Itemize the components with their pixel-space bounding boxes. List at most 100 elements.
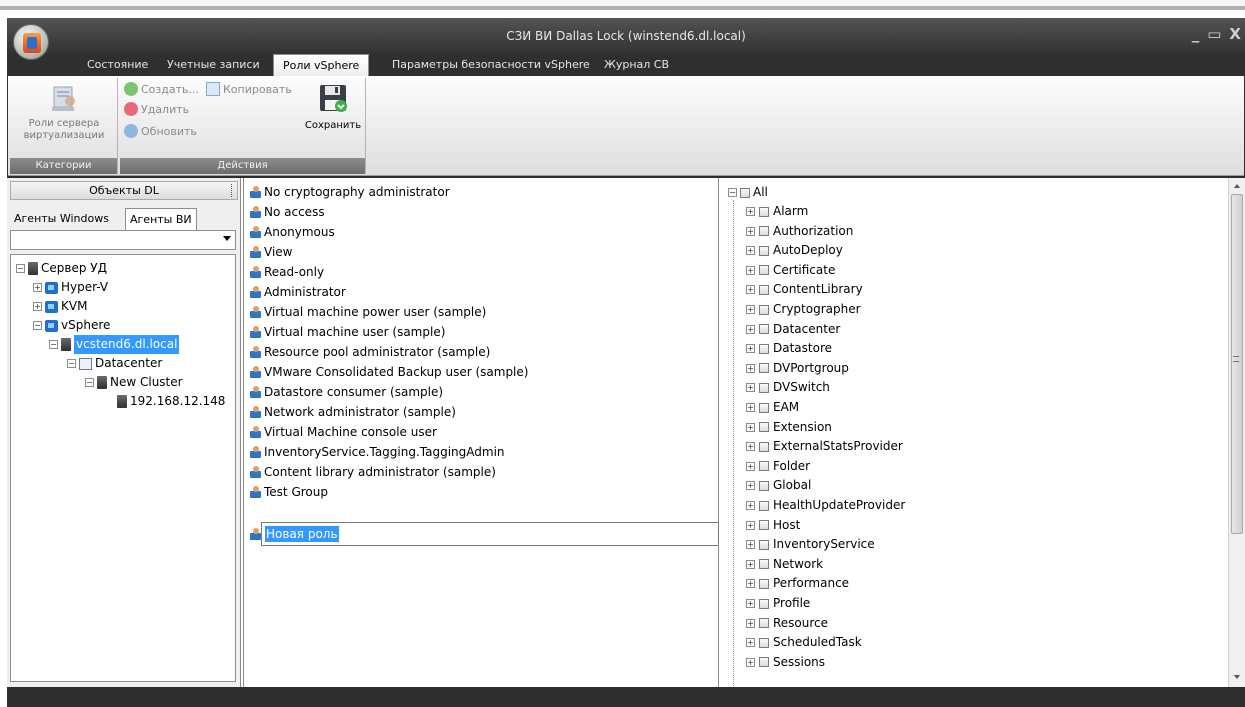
checkbox[interactable] (759, 324, 769, 335)
checkbox[interactable] (759, 402, 769, 413)
tab-vsphere-security-params[interactable]: Параметры безопасности vSphere (383, 54, 599, 76)
list-item[interactable]: Anonymous (250, 222, 335, 242)
privilege-item[interactable]: + ScheduledTask (746, 633, 862, 652)
expand-icon[interactable]: + (746, 501, 755, 510)
create-button[interactable]: Создать... (124, 82, 199, 96)
privilege-item[interactable]: + HealthUpdateProvider (746, 496, 905, 515)
checkbox[interactable] (759, 539, 769, 550)
checkbox[interactable] (759, 343, 769, 354)
tab-accounts[interactable]: Учетные записи (158, 54, 269, 76)
agents-combobox[interactable] (10, 230, 236, 250)
tab-status[interactable]: Состояние (78, 54, 157, 76)
app-logo-button[interactable] (13, 24, 49, 60)
checkbox[interactable] (759, 284, 769, 295)
privilege-item[interactable]: + ContentLibrary (746, 280, 863, 299)
expand-icon[interactable]: + (746, 265, 755, 275)
expand-icon[interactable]: + (746, 363, 755, 373)
checkbox[interactable] (759, 657, 769, 668)
delete-button[interactable]: Удалить (124, 102, 189, 116)
privilege-item[interactable]: + DVSwitch (746, 378, 830, 397)
privilege-item[interactable]: + Datacenter (746, 320, 840, 339)
tree-node-kvm[interactable]: + KVM (33, 297, 87, 316)
expand-icon[interactable]: + (746, 344, 755, 354)
list-item[interactable]: View (250, 242, 292, 262)
privilege-item[interactable]: + Authorization (746, 222, 853, 241)
checkbox[interactable] (759, 245, 769, 256)
checkbox[interactable] (759, 226, 769, 237)
privilege-item[interactable]: + ExternalStatsProvider (746, 437, 903, 456)
checkbox[interactable] (759, 480, 769, 491)
list-item[interactable]: VMware Consolidated Backup user (sample) (250, 362, 528, 382)
collapse-icon[interactable]: − (85, 378, 94, 387)
privilege-item[interactable]: + DVPortgroup (746, 359, 849, 378)
privilege-item[interactable]: + Cryptographer (746, 300, 861, 319)
list-item[interactable]: Virtual machine user (sample) (250, 322, 445, 342)
list-item[interactable]: No access (250, 202, 325, 222)
privilege-item[interactable]: + AutoDeploy (746, 241, 843, 260)
tree-node-hyper-v[interactable]: + Hyper-V (33, 278, 108, 297)
expand-icon[interactable]: + (746, 461, 755, 471)
privilege-item[interactable]: + Alarm (746, 202, 808, 221)
expand-icon[interactable]: + (746, 442, 755, 452)
list-item[interactable]: No cryptography administrator (250, 182, 450, 202)
list-item[interactable]: Read-only (250, 262, 324, 282)
privilege-item[interactable]: + Sessions (746, 653, 825, 672)
checkbox[interactable] (759, 206, 769, 217)
scroll-down-icon[interactable] (1234, 675, 1240, 679)
privilege-item[interactable]: + InventoryService (746, 535, 875, 554)
privilege-item[interactable]: + EAM (746, 398, 799, 417)
expand-icon[interactable]: + (746, 481, 755, 491)
list-item[interactable]: Datastore consumer (sample) (250, 382, 443, 402)
minimize-icon[interactable]: _ (1192, 25, 1200, 43)
list-item[interactable]: InventoryService.Tagging.TaggingAdmin (250, 442, 505, 462)
expand-icon[interactable]: + (746, 599, 755, 608)
tab-vsphere-roles[interactable]: Роли vSphere (273, 54, 370, 77)
privilege-item[interactable]: + Datastore (746, 339, 832, 358)
collapse-icon[interactable]: − (49, 340, 58, 349)
privilege-root-all[interactable]: − All (728, 183, 768, 202)
checkbox[interactable] (759, 578, 769, 589)
maximize-icon[interactable]: ▭ (1207, 25, 1221, 43)
chevron-down-icon[interactable] (223, 236, 231, 241)
list-item[interactable]: Resource pool administrator (sample) (250, 342, 490, 362)
privilege-item[interactable]: + Host (746, 516, 800, 535)
scroll-up-icon[interactable] (1234, 184, 1240, 188)
privilege-item[interactable]: + Resource (746, 614, 828, 633)
privilege-item[interactable]: + Global (746, 476, 811, 495)
expand-icon[interactable]: + (33, 283, 42, 292)
checkbox[interactable] (759, 500, 769, 511)
collapse-icon[interactable]: − (728, 188, 737, 197)
expand-icon[interactable]: + (746, 207, 755, 216)
expand-icon[interactable]: + (746, 520, 755, 530)
checkbox[interactable] (759, 382, 769, 393)
privilege-item[interactable]: + Performance (746, 574, 849, 593)
expand-icon[interactable]: + (746, 657, 755, 667)
expand-icon[interactable]: + (746, 383, 755, 393)
expand-icon[interactable]: + (746, 324, 755, 334)
collapse-icon[interactable]: − (33, 321, 42, 330)
list-item[interactable]: Network administrator (sample) (250, 402, 456, 422)
tree-node-host[interactable]: 192.168.12.148 (117, 392, 225, 411)
copy-button[interactable]: Копировать (206, 82, 292, 96)
list-item[interactable]: Virtual machine power user (sample) (250, 302, 486, 322)
panel-grip-icon[interactable] (231, 184, 234, 197)
privilege-item[interactable]: + Certificate (746, 261, 835, 280)
expand-icon[interactable]: + (746, 422, 755, 432)
expand-icon[interactable]: + (746, 403, 755, 412)
checkbox[interactable] (759, 637, 769, 648)
list-item[interactable]: Content library administrator (sample) (250, 462, 496, 482)
tree-node-management-server[interactable]: − Сервер УД (16, 259, 107, 278)
checkbox[interactable] (759, 461, 769, 472)
checkbox[interactable] (759, 598, 769, 609)
tab-windows-agents[interactable]: Агенты Windows (10, 208, 113, 230)
tree-node-datacenter[interactable]: − Datacenter (67, 354, 162, 373)
save-button[interactable]: Сохранить (302, 82, 364, 132)
checkbox[interactable] (759, 559, 769, 570)
privilege-item[interactable]: + Extension (746, 418, 832, 437)
privilege-item[interactable]: + Folder (746, 457, 810, 476)
list-item[interactable]: Administrator (250, 282, 346, 302)
checkbox[interactable] (759, 520, 769, 531)
expand-icon[interactable]: + (746, 579, 755, 589)
tab-sv-journal[interactable]: Журнал СВ (595, 54, 678, 76)
tab-vi-agents[interactable]: Агенты ВИ (125, 208, 197, 230)
